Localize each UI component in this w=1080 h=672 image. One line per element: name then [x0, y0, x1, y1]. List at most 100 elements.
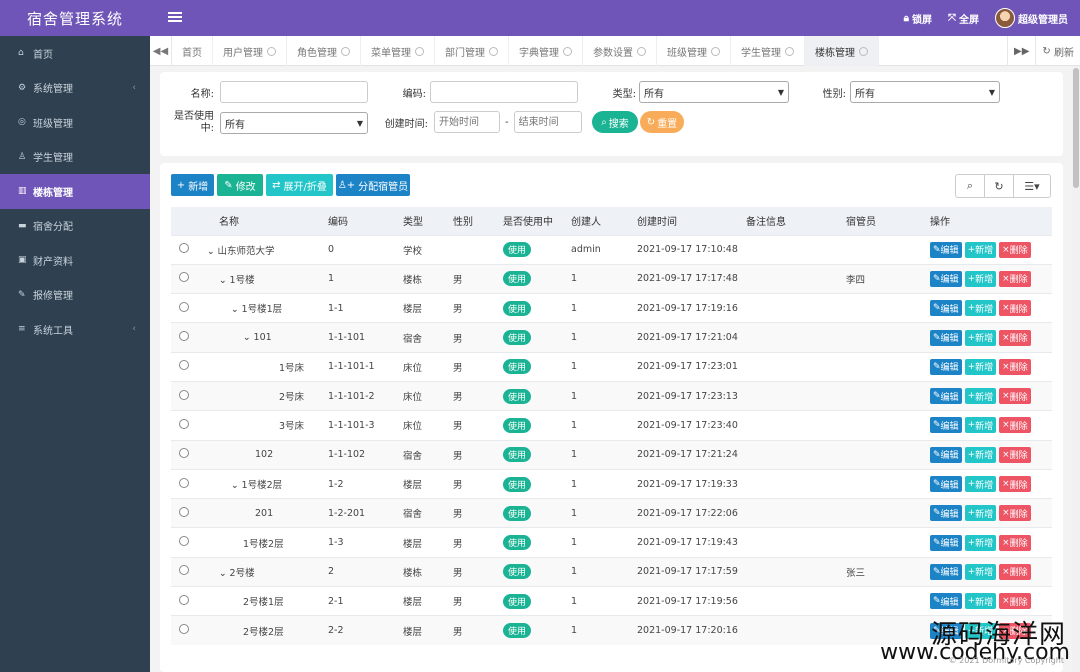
edit-row-button[interactable]: ✎ 编辑	[930, 476, 962, 493]
close-tab-icon[interactable]	[415, 46, 424, 56]
close-tab-icon[interactable]	[859, 46, 868, 56]
search-toggle-icon[interactable]: ⌕	[956, 175, 985, 197]
row-radio[interactable]	[179, 594, 189, 605]
row-radio[interactable]	[179, 448, 189, 459]
sidebar-item[interactable]: ♙ 学生管理	[0, 140, 150, 175]
chevron-down-icon[interactable]: ⌄	[207, 247, 215, 257]
edit-row-button[interactable]: ✎ 编辑	[930, 270, 962, 287]
edit-row-button[interactable]: ✎ 编辑	[930, 563, 962, 580]
close-tab-icon[interactable]	[785, 46, 794, 56]
menu-toggle-icon[interactable]	[168, 10, 182, 24]
chevron-down-icon[interactable]: ⌄	[219, 276, 227, 286]
tab[interactable]: 字典管理	[509, 36, 583, 66]
chevron-down-icon[interactable]: ⌄	[231, 481, 239, 491]
add-child-button[interactable]: + 新增	[964, 388, 997, 405]
sidebar-item[interactable]: ◎ 班级管理	[0, 105, 150, 140]
row-radio[interactable]	[179, 272, 189, 283]
tab[interactable]: 学生管理	[731, 36, 805, 66]
chevron-down-icon[interactable]: ⌄	[231, 305, 239, 315]
add-child-button[interactable]: + 新增	[964, 241, 997, 258]
close-tab-icon[interactable]	[563, 46, 572, 56]
add-child-button[interactable]: + 新增	[964, 417, 997, 434]
row-radio[interactable]	[179, 477, 189, 488]
tab[interactable]: 菜单管理	[361, 36, 435, 66]
add-child-button[interactable]: + 新增	[964, 446, 997, 463]
add-child-button[interactable]: + 新增	[964, 300, 997, 317]
table-row[interactable]: ⌄ 2号楼 2 楼栋男使用 1 2021-09-17 17:17:59 张三 ✎ 编辑 + 新增 × 删…	[171, 556, 1052, 587]
row-radio[interactable]	[179, 360, 189, 371]
delete-row-button[interactable]: × 删除	[999, 505, 1031, 522]
assign-manager-button[interactable]: ♙+ 分配宿管员	[336, 174, 410, 196]
code-input[interactable]	[430, 81, 578, 103]
tab[interactable]: 首页	[172, 36, 213, 66]
table-row[interactable]: 2号床 1-1-101-2 床位男使用 1 2021-09-17 17:23:13 ✎ 编辑…	[171, 380, 1052, 411]
edit-row-button[interactable]: ✎ 编辑	[930, 300, 962, 317]
delete-row-button[interactable]: × 删除	[999, 476, 1031, 493]
sidebar-item[interactable]: ▥ 楼栋管理	[0, 174, 150, 209]
tab[interactable]: 角色管理	[287, 36, 361, 66]
tab[interactable]: 部门管理	[435, 36, 509, 66]
sidebar-item[interactable]: ⌂ 首页	[0, 36, 150, 71]
tab[interactable]: 用户管理	[213, 36, 287, 66]
edit-row-button[interactable]: ✎ 编辑	[930, 534, 962, 551]
close-tab-icon[interactable]	[489, 46, 498, 56]
row-radio[interactable]	[179, 243, 189, 254]
add-child-button[interactable]: + 新增	[964, 329, 997, 346]
close-tab-icon[interactable]	[637, 46, 646, 56]
chevron-down-icon[interactable]: ⌄	[243, 333, 251, 343]
add-child-button[interactable]: + 新增	[964, 563, 997, 580]
row-radio[interactable]	[179, 506, 189, 517]
user-menu[interactable]: 超级管理员	[995, 8, 1068, 28]
delete-row-button[interactable]: × 删除	[999, 417, 1031, 434]
add-child-button[interactable]: + 新增	[964, 476, 997, 493]
sidebar-item[interactable]: ✎ 报修管理	[0, 278, 150, 313]
fullscreen-button[interactable]: ⤧ 全屏	[948, 11, 979, 26]
table-row[interactable]: 1号楼2层 1-3 楼层男使用 1 2021-09-17 17:19:43 ✎ 编辑 + 新增 ×…	[171, 527, 1052, 558]
edit-row-button[interactable]: ✎ 编辑	[930, 241, 962, 258]
tab[interactable]: 楼栋管理	[805, 36, 879, 66]
refresh-table-icon[interactable]: ↻	[985, 175, 1014, 197]
chevron-down-icon[interactable]: ⌄	[219, 569, 227, 579]
edit-row-button[interactable]: ✎ 编辑	[930, 388, 962, 405]
row-radio[interactable]	[179, 331, 189, 342]
table-row[interactable]: 201 1-2-201 宿舍男使用 1 2021-09-17 17:22:06 ✎ 编辑 + 新…	[171, 498, 1052, 528]
type-select[interactable]: 所有 ▼	[639, 81, 789, 103]
edit-row-button[interactable]: ✎ 编辑	[930, 446, 962, 463]
table-row[interactable]: 1号床 1-1-101-1 床位男使用 1 2021-09-17 17:23:01 ✎ 编辑…	[171, 351, 1052, 382]
edit-row-button[interactable]: ✎ 编辑	[930, 358, 962, 375]
search-button[interactable]: ⌕ 搜索	[592, 111, 638, 133]
table-row[interactable]: ⌄ 1号楼2层 1-2 楼层男使用 1 2021-09-17 17:19:33 ✎ 编辑 + 新增…	[171, 468, 1052, 499]
sidebar-item[interactable]: ≡ 系统工具 ‹	[0, 312, 150, 347]
close-tab-icon[interactable]	[341, 46, 350, 56]
row-radio[interactable]	[179, 624, 189, 635]
reset-button[interactable]: ↻ 重置	[640, 111, 684, 133]
row-radio[interactable]	[179, 389, 189, 400]
delete-row-button[interactable]: × 删除	[999, 388, 1031, 405]
tab[interactable]: 班级管理	[657, 36, 731, 66]
lock-screen-button[interactable]: 🔒︎ 锁屏	[904, 11, 932, 26]
delete-row-button[interactable]: × 删除	[999, 300, 1031, 317]
row-radio[interactable]	[179, 565, 189, 576]
delete-row-button[interactable]: × 删除	[999, 270, 1031, 287]
name-input[interactable]	[220, 81, 368, 103]
table-row[interactable]: 2号楼1层 2-1 楼层男使用 1 2021-09-17 17:19:56 ✎ 编辑 + 新增 ×…	[171, 586, 1052, 616]
delete-row-button[interactable]: × 删除	[999, 241, 1031, 258]
add-child-button[interactable]: + 新增	[964, 270, 997, 287]
table-row[interactable]: ⌄ 101 1-1-101 宿舍男使用 1 2021-09-17 17:21:04 ✎ 编辑 +…	[171, 322, 1052, 353]
close-tab-icon[interactable]	[711, 46, 720, 56]
row-radio[interactable]	[179, 536, 189, 547]
page-scrollbar[interactable]	[1072, 66, 1080, 672]
sidebar-item[interactable]: ▣ 财产资料	[0, 243, 150, 278]
row-radio[interactable]	[179, 301, 189, 312]
columns-menu-icon[interactable]: ☰▾	[1014, 175, 1050, 197]
add-child-button[interactable]: + 新增	[964, 593, 997, 610]
delete-row-button[interactable]: × 删除	[999, 563, 1031, 580]
edit-row-button[interactable]: ✎ 编辑	[930, 505, 962, 522]
table-row[interactable]: 102 1-1-102 宿舍男使用 1 2021-09-17 17:21:24 ✎ 编辑 + 新…	[171, 439, 1052, 470]
start-time-input[interactable]	[434, 111, 500, 133]
delete-row-button[interactable]: × 删除	[999, 329, 1031, 346]
sidebar-item[interactable]: ▬ 宿舍分配	[0, 209, 150, 244]
row-radio[interactable]	[179, 418, 189, 429]
refresh-tab-button[interactable]: ↻ 刷新	[1035, 36, 1080, 66]
tab-scroll-right-icon[interactable]: ▶▶	[1007, 36, 1035, 66]
